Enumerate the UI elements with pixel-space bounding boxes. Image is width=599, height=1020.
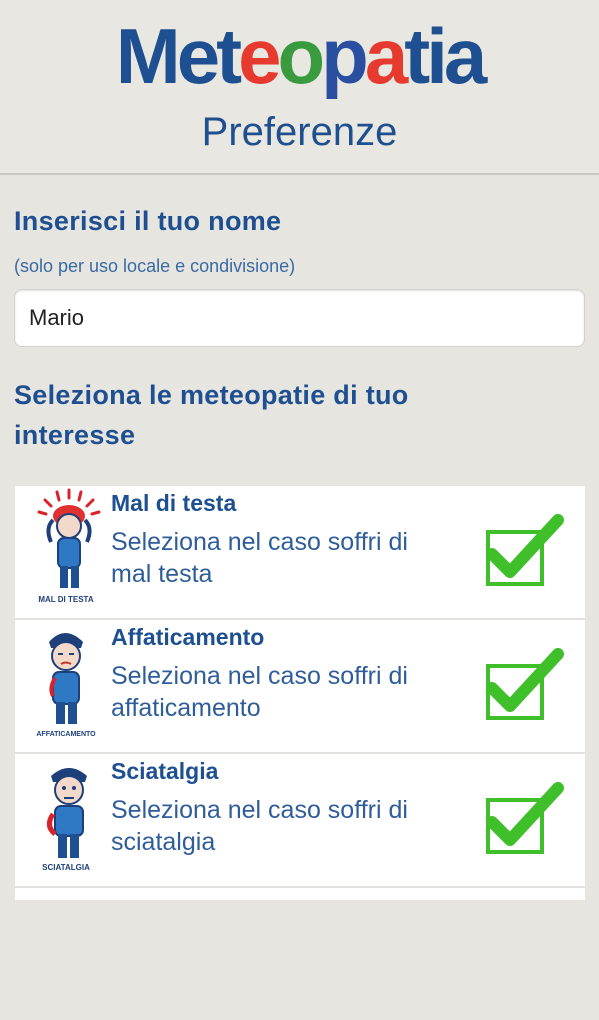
item-title: Sciatalgia: [111, 758, 219, 784]
fatigue-figure-icon: AFFATICAMENTO: [36, 633, 96, 738]
item-description-line: Seleziona nel caso soffri di: [111, 662, 408, 690]
name-hint: (solo per uso locale e condivisione): [14, 256, 296, 276]
item-description-line: affaticamento: [111, 694, 261, 722]
name-section-title: Inserisci il tuo nome: [14, 206, 282, 236]
logo-letter: e: [238, 12, 281, 100]
checkbox-checked-icon[interactable]: [470, 644, 566, 728]
icon-caption: AFFATICAMENTO: [36, 731, 96, 738]
checkbox-checked-icon[interactable]: [470, 510, 566, 594]
logo-letter: p: [321, 12, 369, 100]
conditions-title-line: Seleziona le meteopatie di tuo: [14, 380, 409, 410]
conditions-list: MAL DI TESTA Mal di testa Seleziona nel …: [15, 486, 585, 900]
page-title: Preferenze: [201, 110, 398, 154]
logo-letter: t: [404, 12, 430, 100]
list-item-mal-di-testa[interactable]: MAL DI TESTA Mal di testa Seleziona nel …: [15, 486, 585, 620]
logo-letter: i: [426, 12, 448, 100]
item-description: Seleziona nel caso soffri di mal testa: [111, 526, 461, 590]
list-item-partial[interactable]: [15, 888, 585, 1020]
item-description: Seleziona nel caso soffri di sciatalgia: [111, 794, 461, 858]
list-item-affaticamento[interactable]: AFFATICAMENTO Affaticamento Seleziona ne…: [15, 620, 585, 754]
headache-figure-icon: MAL DI TESTA: [37, 488, 101, 604]
item-title: Affaticamento: [111, 624, 265, 650]
list-item-sciatalgia[interactable]: SCIATALGIA Sciatalgia Seleziona nel caso…: [15, 754, 585, 888]
logo-letter: e: [176, 12, 220, 100]
item-description-line: Seleziona nel caso soffri di: [111, 796, 408, 824]
conditions-title-line: interesse: [14, 420, 136, 450]
item-description-line: Seleziona nel caso soffri di: [111, 528, 408, 556]
item-description: Seleziona nel caso soffri di affaticamen…: [111, 660, 461, 724]
item-description-line: sciatalgia: [111, 828, 216, 856]
logo-letter: a: [364, 12, 408, 100]
logo-letter: a: [443, 12, 487, 100]
checkbox-checked-icon[interactable]: [470, 778, 566, 862]
icon-caption: MAL DI TESTA: [38, 595, 93, 604]
app-header: Meteopatia Preferenze: [0, 0, 599, 173]
conditions-section-title: Seleziona le meteopatie di tuo interesse: [14, 375, 409, 455]
meteopatia-logo: Meteopatia: [0, 8, 599, 104]
icon-caption: SCIATALGIA: [42, 863, 90, 872]
logo-letter: M: [115, 12, 181, 100]
name-input[interactable]: [14, 289, 585, 347]
header-divider: [0, 173, 599, 175]
sciatica-figure-icon: SCIATALGIA: [42, 768, 90, 872]
logo-letter: o: [277, 12, 326, 100]
item-title: Mal di testa: [111, 490, 237, 516]
logo-letter: t: [216, 12, 242, 100]
item-description-line: mal testa: [111, 560, 213, 588]
